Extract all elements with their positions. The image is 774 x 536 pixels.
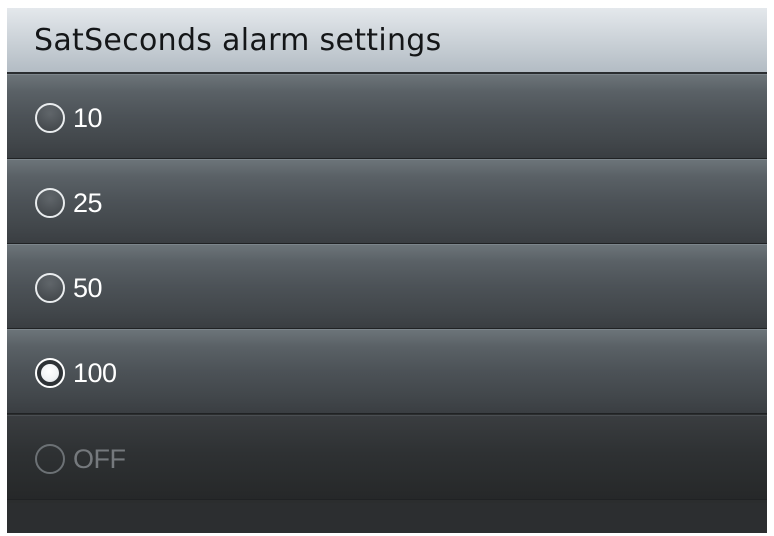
page-title: SatSeconds alarm settings	[34, 23, 442, 58]
option-off: OFF	[7, 415, 767, 500]
option-10[interactable]: 10	[7, 74, 767, 159]
radio-button-unchecked-icon[interactable]	[35, 273, 65, 303]
radio-button-checked-icon[interactable]	[35, 358, 65, 388]
option-label: 10	[73, 103, 103, 133]
option-25[interactable]: 25	[7, 159, 767, 244]
option-label: 25	[73, 188, 103, 218]
title-bar: SatSeconds alarm settings	[7, 8, 767, 74]
settings-screen: SatSeconds alarm settings 10 25 50 100 O…	[7, 8, 767, 533]
radio-button-disabled-icon	[35, 444, 65, 474]
option-label: 50	[73, 273, 103, 303]
option-label: OFF	[73, 444, 126, 474]
radio-button-unchecked-icon[interactable]	[35, 103, 65, 133]
option-label: 100	[73, 358, 117, 388]
footer-bar	[7, 503, 767, 533]
option-50[interactable]: 50	[7, 244, 767, 329]
option-100[interactable]: 100	[7, 329, 767, 414]
radio-button-unchecked-icon[interactable]	[35, 188, 65, 218]
